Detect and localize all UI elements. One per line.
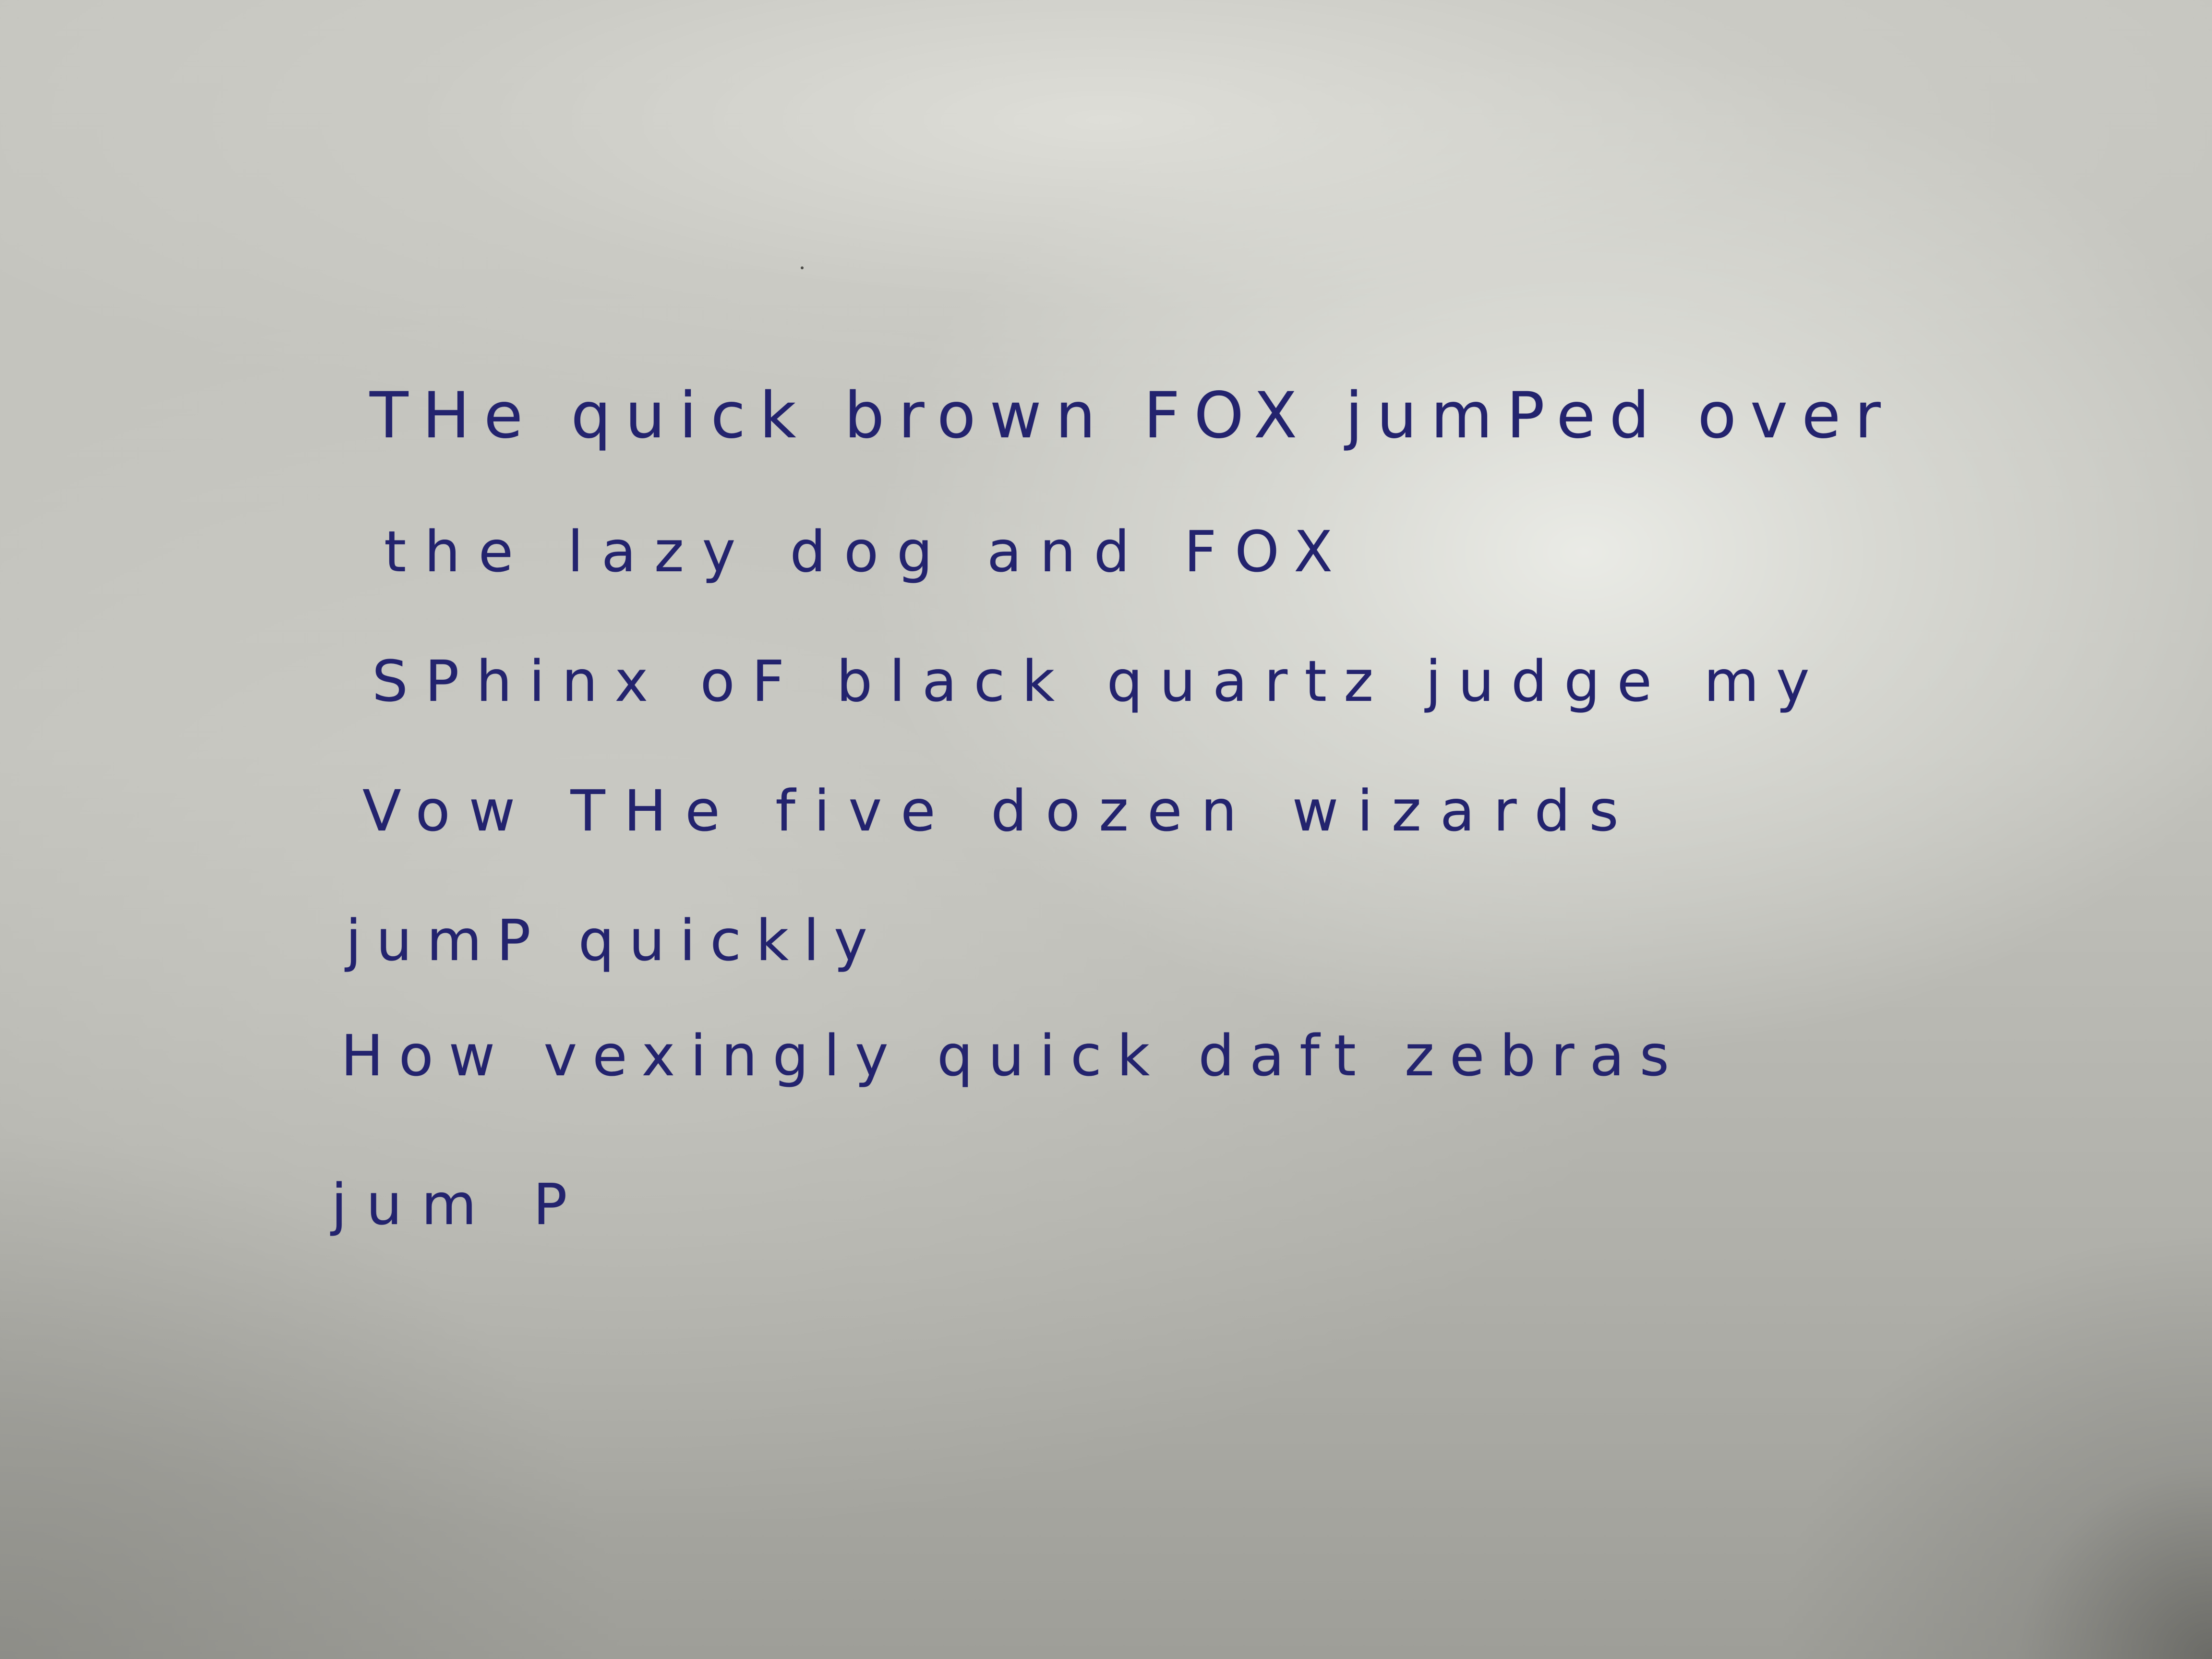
handwritten-line: the lazy dog and FOX — [384, 518, 1351, 585]
handwritten-line: THe quick brown FOX jumPed over — [370, 379, 1895, 453]
paper-shadow-left — [0, 1056, 672, 1659]
handwritten-line: How vexingly quick daft zebras — [341, 1022, 1684, 1089]
handwritten-line: jum P — [331, 1171, 587, 1238]
handwritten-line: Vow THe five dozen wizards — [362, 778, 1637, 844]
handwritten-line: jumP quickly — [346, 907, 882, 974]
paper-shadow — [1728, 1104, 2212, 1659]
handwritten-line: SPhinx oF black quartz judge my — [372, 648, 1827, 714]
paper-speck — [801, 266, 804, 269]
